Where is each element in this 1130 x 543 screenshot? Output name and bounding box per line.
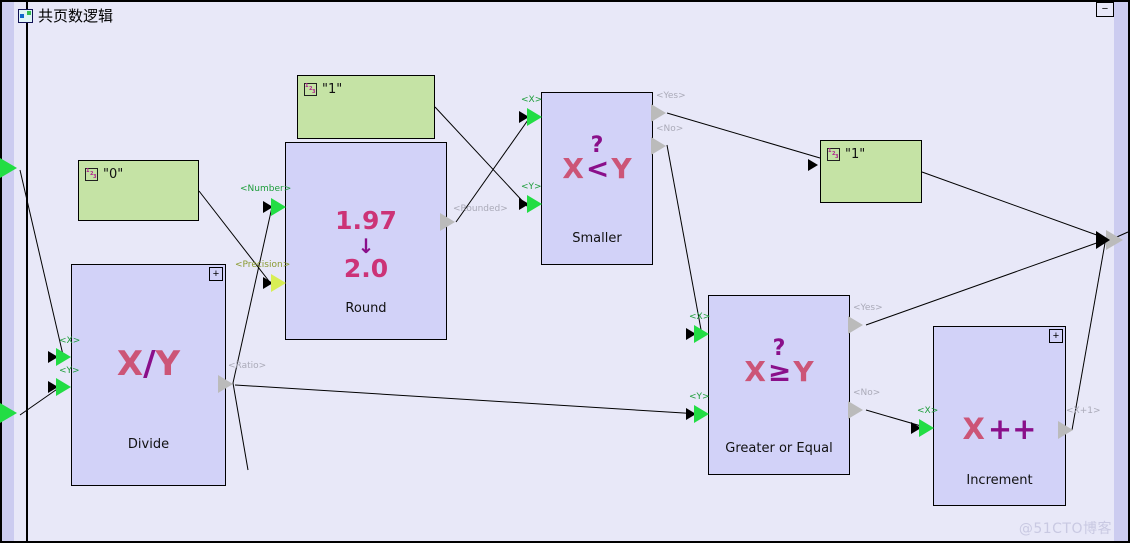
input-port-icon	[694, 325, 709, 343]
port-label: <Yes>	[656, 91, 686, 101]
round-glyph-top: 1.97	[335, 206, 397, 235]
port-label: <Number>	[240, 184, 292, 194]
diagram-icon	[18, 8, 33, 23]
output-port-icon	[848, 401, 863, 419]
constant-value: "1"	[845, 147, 866, 162]
terminal-arrow-icon	[0, 403, 17, 423]
number-icon: 1 2 3	[304, 83, 317, 96]
port-label: <X>	[689, 312, 711, 322]
window-title-bar: 共页数逻辑	[18, 5, 113, 26]
node-greater-or-equal[interactable]: ? X≥Y Greater or Equal	[708, 295, 850, 475]
port-label: <X+1>	[1066, 406, 1101, 416]
port-label: <Ratio>	[228, 361, 267, 371]
diagram-canvas: 共页数逻辑 − 1 2 3 "0" 1 2 3 "1" 1 2 3 "1" + …	[0, 0, 1130, 543]
wire-arrowhead	[808, 159, 818, 171]
page-input-terminal-top[interactable]	[0, 158, 17, 178]
input-port-icon	[527, 195, 542, 213]
constant-content: 1 2 3 "1"	[827, 147, 865, 162]
node-smaller[interactable]: ? X<Y Smaller	[541, 92, 653, 265]
divide-label: Divide	[127, 437, 170, 452]
round-glyph-bottom: 2.0	[343, 254, 389, 283]
port-label: <Precision>	[235, 260, 291, 270]
constant-content: 1 2 3 "0"	[85, 167, 123, 182]
port-label: <Y>	[521, 182, 542, 192]
minimize-button[interactable]: −	[1096, 2, 1114, 17]
input-port-icon	[919, 419, 934, 437]
port-label: <Y>	[689, 392, 710, 402]
port-label: <Y>	[59, 366, 80, 376]
output-port-icon	[651, 137, 666, 155]
output-port-icon	[848, 316, 863, 334]
round-glyph-arrow: ↓	[357, 234, 375, 258]
constant-node-one-top[interactable]: 1 2 3 "1"	[297, 75, 435, 139]
terminal-arrow-icon	[0, 158, 17, 178]
geq-glyph-expr: X≥Y	[744, 355, 814, 388]
constant-content: 1 2 3 "1"	[304, 82, 342, 97]
round-label: Round	[345, 301, 387, 316]
constant-value: "0"	[103, 167, 124, 182]
port-label: <Yes>	[853, 303, 883, 313]
constant-node-zero[interactable]: 1 2 3 "0"	[78, 160, 199, 221]
increment-label: Increment	[966, 473, 1033, 488]
watermark: @51CTO博客	[1018, 521, 1112, 537]
increment-expander-button[interactable]: +	[1049, 329, 1063, 343]
geq-label: Greater or Equal	[725, 441, 833, 456]
optional-input-port-icon	[271, 274, 286, 292]
number-icon: 1 2 3	[85, 168, 98, 181]
output-port-icon	[440, 213, 455, 231]
input-port-icon	[694, 405, 709, 423]
input-port-icon	[56, 378, 71, 396]
constant-node-one-right[interactable]: 1 2 3 "1"	[820, 140, 922, 203]
page-title: 共页数逻辑	[38, 7, 114, 25]
page-input-terminal-bottom[interactable]	[0, 403, 17, 423]
increment-glyph: X ++	[962, 412, 1037, 446]
node-increment[interactable]: + X ++ Increment	[933, 326, 1066, 506]
wire-merge-arrowhead	[1096, 231, 1110, 249]
input-port-icon	[56, 348, 71, 366]
divide-glyph: X/Y	[116, 344, 181, 384]
port-label: <Rounded>	[453, 204, 508, 214]
output-port-icon	[218, 375, 233, 393]
port-label: <No>	[853, 388, 881, 398]
output-port-icon	[651, 104, 666, 122]
port-label: <X>	[917, 406, 939, 416]
smaller-glyph-expr: X<Y	[562, 152, 632, 185]
port-label: <X>	[59, 336, 81, 346]
divide-expander-button[interactable]: +	[209, 267, 223, 281]
number-icon: 1 2 3	[827, 148, 840, 161]
smaller-label: Smaller	[572, 231, 622, 246]
node-divide[interactable]: + X/Y Divide	[71, 264, 226, 486]
constant-value: "1"	[322, 82, 343, 97]
node-round[interactable]: 1.97 ↓ 2.0 Round	[285, 142, 447, 340]
port-label: <No>	[656, 124, 684, 134]
port-label: <X>	[521, 95, 543, 105]
input-port-icon	[527, 108, 542, 126]
output-port-icon	[1058, 421, 1073, 439]
input-port-icon	[271, 198, 286, 216]
